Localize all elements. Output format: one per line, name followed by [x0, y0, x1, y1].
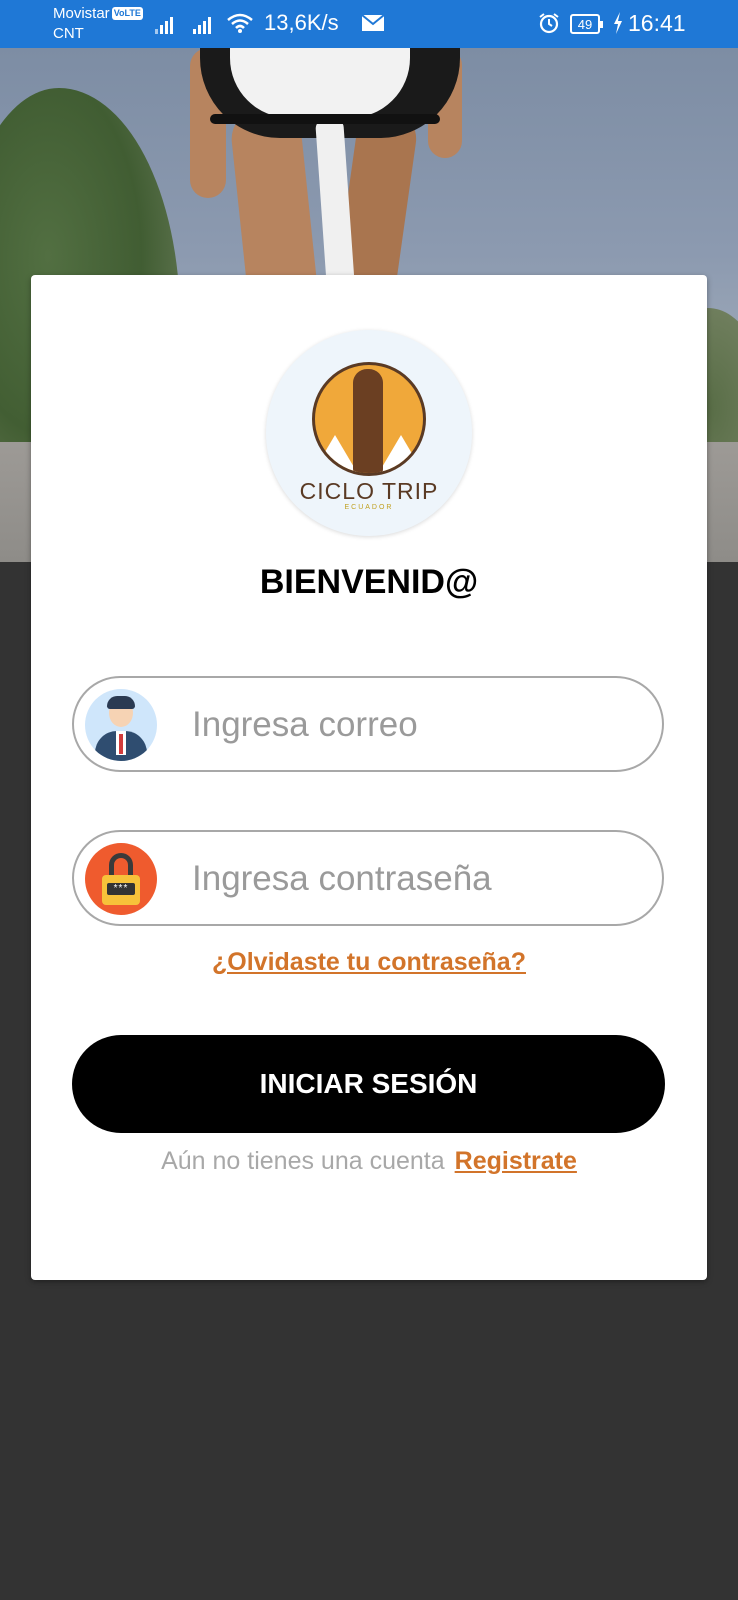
alarm-icon — [539, 13, 559, 34]
battery-icon: 49 — [570, 14, 603, 34]
register-link[interactable]: Registrate — [455, 1147, 577, 1175]
carrier-name-secondary: CNT — [53, 25, 84, 42]
cyclist-silhouette-icon — [353, 369, 383, 473]
rider-shorts — [230, 48, 410, 118]
forgot-password-link[interactable]: ¿Olvidaste tu contraseña? — [31, 948, 707, 977]
charging-icon — [614, 12, 622, 34]
logo-subtitle: ECUADOR — [344, 504, 394, 511]
welcome-title: BIENVENID@ — [259, 563, 479, 601]
email-input[interactable] — [190, 696, 634, 754]
wifi-icon — [227, 13, 253, 33]
lock-icon: *** — [85, 843, 157, 915]
status-bar: Movistar VoLTE CNT 13,6K/s 49 16:41 — [0, 0, 738, 48]
login-button[interactable]: INICIAR SESIÓN — [72, 1035, 665, 1133]
bike-handlebar — [210, 114, 440, 124]
carrier-name: Movistar — [53, 5, 110, 22]
app-logo: CICLO TRIP ECUADOR — [266, 330, 472, 536]
mail-icon — [361, 14, 385, 31]
carrier-info: Movistar VoLTE CNT — [53, 4, 143, 44]
volte-badge: VoLTE — [111, 7, 143, 20]
logo-emblem — [312, 362, 426, 476]
signal-icon — [155, 14, 173, 34]
register-prompt-row: Aún no tienes una cuenta Registrate — [31, 1147, 707, 1176]
login-card: CICLO TRIP ECUADOR BIENVENID@ *** ¿Olvid… — [31, 275, 707, 1280]
logo-name: CICLO TRIP — [299, 478, 439, 504]
user-avatar-icon — [85, 689, 157, 761]
signal-icon-2 — [193, 14, 211, 34]
password-input[interactable] — [190, 850, 634, 908]
password-field[interactable]: *** — [72, 830, 664, 926]
register-prompt: Aún no tienes una cuenta — [161, 1147, 445, 1175]
clock: 16:41 — [628, 10, 686, 36]
email-field[interactable] — [72, 676, 664, 772]
network-speed: 13,6K/s — [264, 10, 339, 35]
